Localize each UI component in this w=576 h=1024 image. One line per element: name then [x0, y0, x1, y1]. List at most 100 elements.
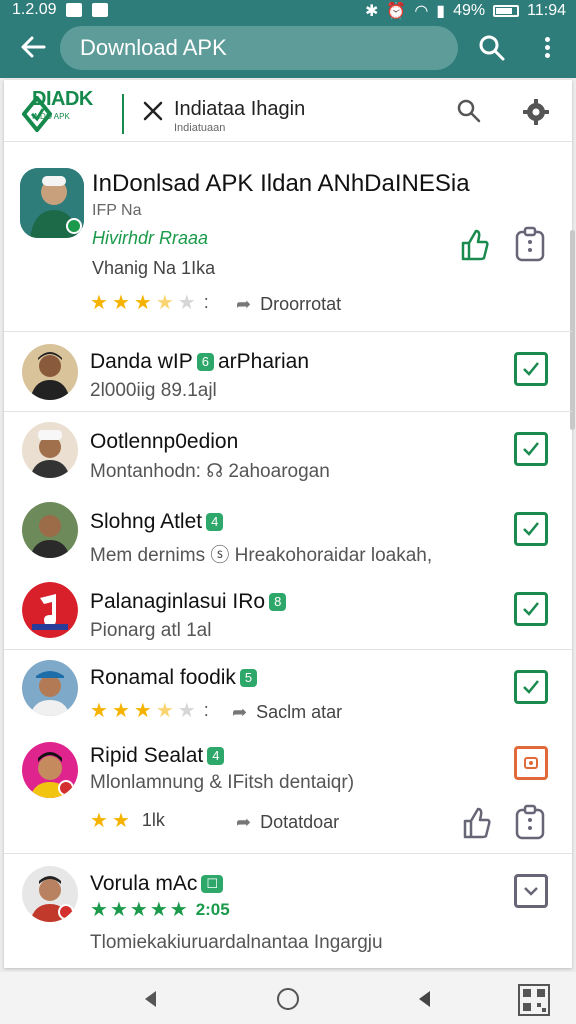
- nav-home-icon[interactable]: [275, 986, 301, 1012]
- avatar: [22, 866, 78, 922]
- list-item-title: Slohng Atlet 4: [90, 510, 224, 534]
- avatar: [22, 660, 78, 716]
- item-action-label: Dotatdoar: [260, 812, 340, 832]
- item-badge: 8: [269, 593, 287, 611]
- checkbox-icon[interactable]: [514, 670, 548, 704]
- bookmark-icon[interactable]: [514, 226, 546, 262]
- checkbox-icon[interactable]: [514, 432, 548, 466]
- star-icon: ★: [109, 899, 128, 921]
- star-icon: ★: [155, 291, 174, 314]
- alarm-icon: ⏰: [386, 3, 407, 20]
- brand-logo-caption: INDO APK: [32, 112, 70, 121]
- checkbox-icon[interactable]: [514, 352, 548, 386]
- star-icon: ★: [155, 699, 174, 722]
- checkbox-icon[interactable]: [514, 874, 548, 908]
- status-left: 1.2.09: [12, 1, 109, 19]
- list-item-subtitle: 2l000iig 89.1ajl: [90, 380, 217, 401]
- bluetooth-icon: ✱: [365, 3, 379, 20]
- bookmark-icon[interactable]: [514, 804, 546, 840]
- gear-icon[interactable]: [522, 98, 550, 126]
- status-right: ✱ ⏰ ◠ ▮ 49% 11:94: [365, 1, 566, 21]
- rating-count: 1lk: [141, 810, 165, 830]
- star-icon: ★: [133, 699, 152, 722]
- search-icon[interactable]: [456, 98, 482, 124]
- notification-icon: [66, 3, 83, 17]
- item-name: Slohng Atlet: [90, 510, 203, 533]
- star-icon: ★: [177, 699, 196, 722]
- list-item[interactable]: Ootlennp0edion Montanhodn: ☊ 2ahoarogan: [4, 412, 572, 492]
- star-icon: ★: [177, 291, 196, 314]
- list-item[interactable]: Palanaginlasui IRo 8 Pionarg atl 1al: [4, 572, 572, 650]
- nav-back-icon[interactable]: [138, 986, 164, 1012]
- brand-header: DIADK INDO APK Indiataa Ihagin Indiatuaa…: [4, 80, 572, 142]
- avatar: [22, 502, 78, 558]
- star-icon: ★: [111, 809, 130, 832]
- brand-caption: Indiatuaan: [174, 122, 226, 134]
- status-time-left: 1.2.09: [12, 1, 57, 18]
- star-icon: ★: [111, 291, 130, 314]
- featured-meta: Vhanig Na 1Ika: [92, 258, 216, 278]
- featured-subtitle: IFP Na: [92, 202, 142, 219]
- search-icon[interactable]: [478, 34, 506, 62]
- item-action[interactable]: ➦ Dotatdoar: [236, 812, 339, 833]
- list-item-subtitle: Montanhodn: ☊ 2ahoarogan: [90, 461, 330, 482]
- avatar: [22, 742, 78, 798]
- thumb-up-icon[interactable]: [460, 228, 490, 262]
- featured-app-card[interactable]: InDonlsad APK Ildan ANhDaINESia IFP Na H…: [4, 142, 572, 332]
- list-item-subtitle: Tlomiekakiuruardalnantaa Ingargju: [90, 932, 383, 953]
- avatar: [22, 582, 78, 638]
- featured-title: InDonlsad APK Ildan ANhDaINESia: [92, 170, 470, 197]
- close-icon[interactable]: [142, 100, 164, 122]
- back-arrow-icon[interactable]: [18, 32, 52, 66]
- thumb-up-icon[interactable]: [462, 806, 492, 840]
- checkbox-icon[interactable]: [514, 512, 548, 546]
- app-bar: Download APK: [0, 20, 576, 78]
- avatar: [22, 422, 78, 478]
- item-badge: 4: [206, 513, 224, 531]
- item-badge: 4: [207, 747, 225, 765]
- star-icon: ★: [111, 699, 130, 722]
- nav-recents-icon[interactable]: [412, 986, 438, 1012]
- list-item[interactable]: Ronamal foodik 5 ★ ★ ★ ★ ★ : ➦ Saclm ata…: [4, 650, 572, 728]
- star-icon: ★: [90, 899, 108, 921]
- list-item-title: Danda wIP 6 arPharian: [90, 350, 309, 374]
- star-icon: ★: [133, 291, 152, 314]
- list-item-title: Ootlennp0edion: [90, 430, 238, 454]
- checkbox-icon[interactable]: [514, 592, 548, 626]
- list-item[interactable]: Slohng Atlet 4 Mem dernims ⓢ Hreakohorai…: [4, 492, 572, 572]
- list-item[interactable]: Ripid Sealat 4 Mlonlamnung & IFitsh dent…: [4, 728, 572, 854]
- qr-icon[interactable]: [518, 984, 550, 1016]
- avatar: [22, 344, 78, 400]
- item-name: Vorula mAc: [90, 872, 198, 895]
- app-icon: [20, 168, 84, 238]
- item-name: Palanaginlasui IRo: [90, 590, 266, 613]
- list-item-title: Ronamal foodik 5: [90, 666, 258, 690]
- item-action[interactable]: ➦ Saclm atar: [232, 702, 342, 723]
- wifi-icon: ◠: [414, 3, 429, 20]
- brand-logo-text: DIADK: [32, 88, 93, 110]
- battery-percent: 49%: [453, 2, 486, 19]
- more-vert-icon[interactable]: [540, 34, 554, 64]
- featured-developer[interactable]: Hivirhdr Rraaa: [92, 228, 208, 249]
- item-name-suffix: arPharian: [217, 350, 310, 373]
- item-name: Ootlennp0edion: [90, 430, 239, 453]
- list-item-subtitle: Mem dernims ⓢ Hreakohoraidar loakah,: [90, 545, 433, 566]
- list-item[interactable]: Danda wIP 6 arPharian 2l000iig 89.1ajl: [4, 332, 572, 412]
- brand-title: Indiataa Ihagin: [174, 98, 306, 120]
- star-icon: ★: [90, 809, 108, 832]
- navigation-bar: [0, 972, 576, 1024]
- download-label: Droorrotat: [260, 294, 342, 314]
- item-action-label: Saclm atar: [256, 702, 343, 722]
- item-name: Danda wIP: [90, 350, 193, 373]
- list-item[interactable]: Vorula mAc ☐ ★ ★ ★ ★ ★ 2:05 Tlomiekakiur…: [4, 854, 572, 964]
- download-button[interactable]: ➦ Droorrotat: [236, 294, 341, 315]
- battery-icon: [493, 5, 520, 17]
- notification-icon: [92, 3, 109, 17]
- checkbox-icon[interactable]: [514, 746, 548, 780]
- search-input[interactable]: Download APK: [60, 26, 458, 70]
- star-icon: ★: [90, 699, 108, 722]
- item-badge: ☐: [201, 875, 224, 893]
- list-item-subtitle: Pionarg atl 1al: [90, 620, 212, 641]
- item-name: Ripid Sealat: [90, 744, 204, 767]
- divider: [122, 94, 124, 134]
